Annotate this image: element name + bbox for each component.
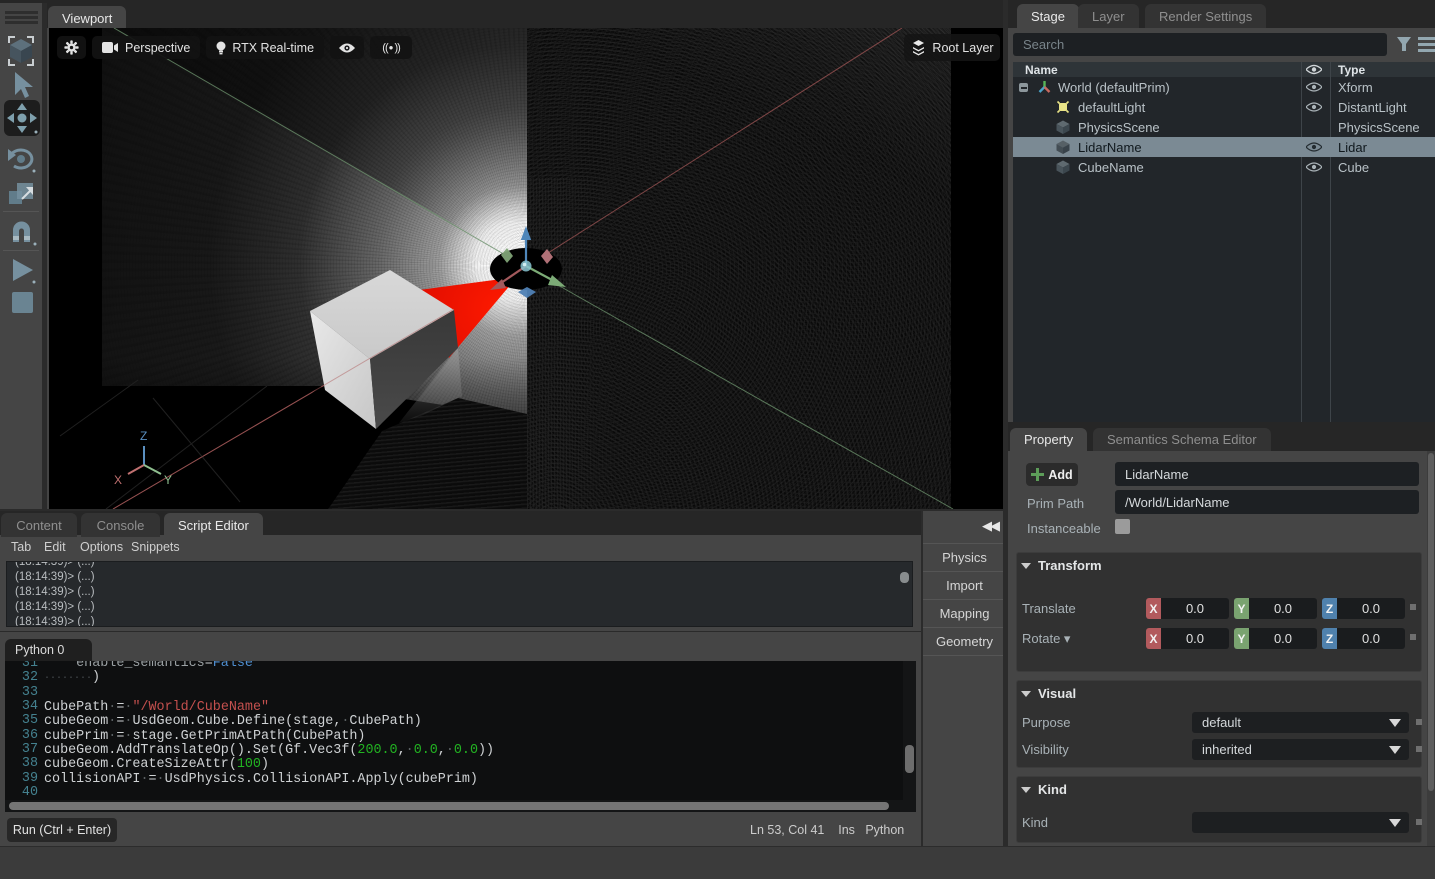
svg-text:Y: Y — [164, 473, 172, 487]
svg-text:Z: Z — [140, 429, 147, 443]
svg-text:X: X — [114, 473, 122, 487]
